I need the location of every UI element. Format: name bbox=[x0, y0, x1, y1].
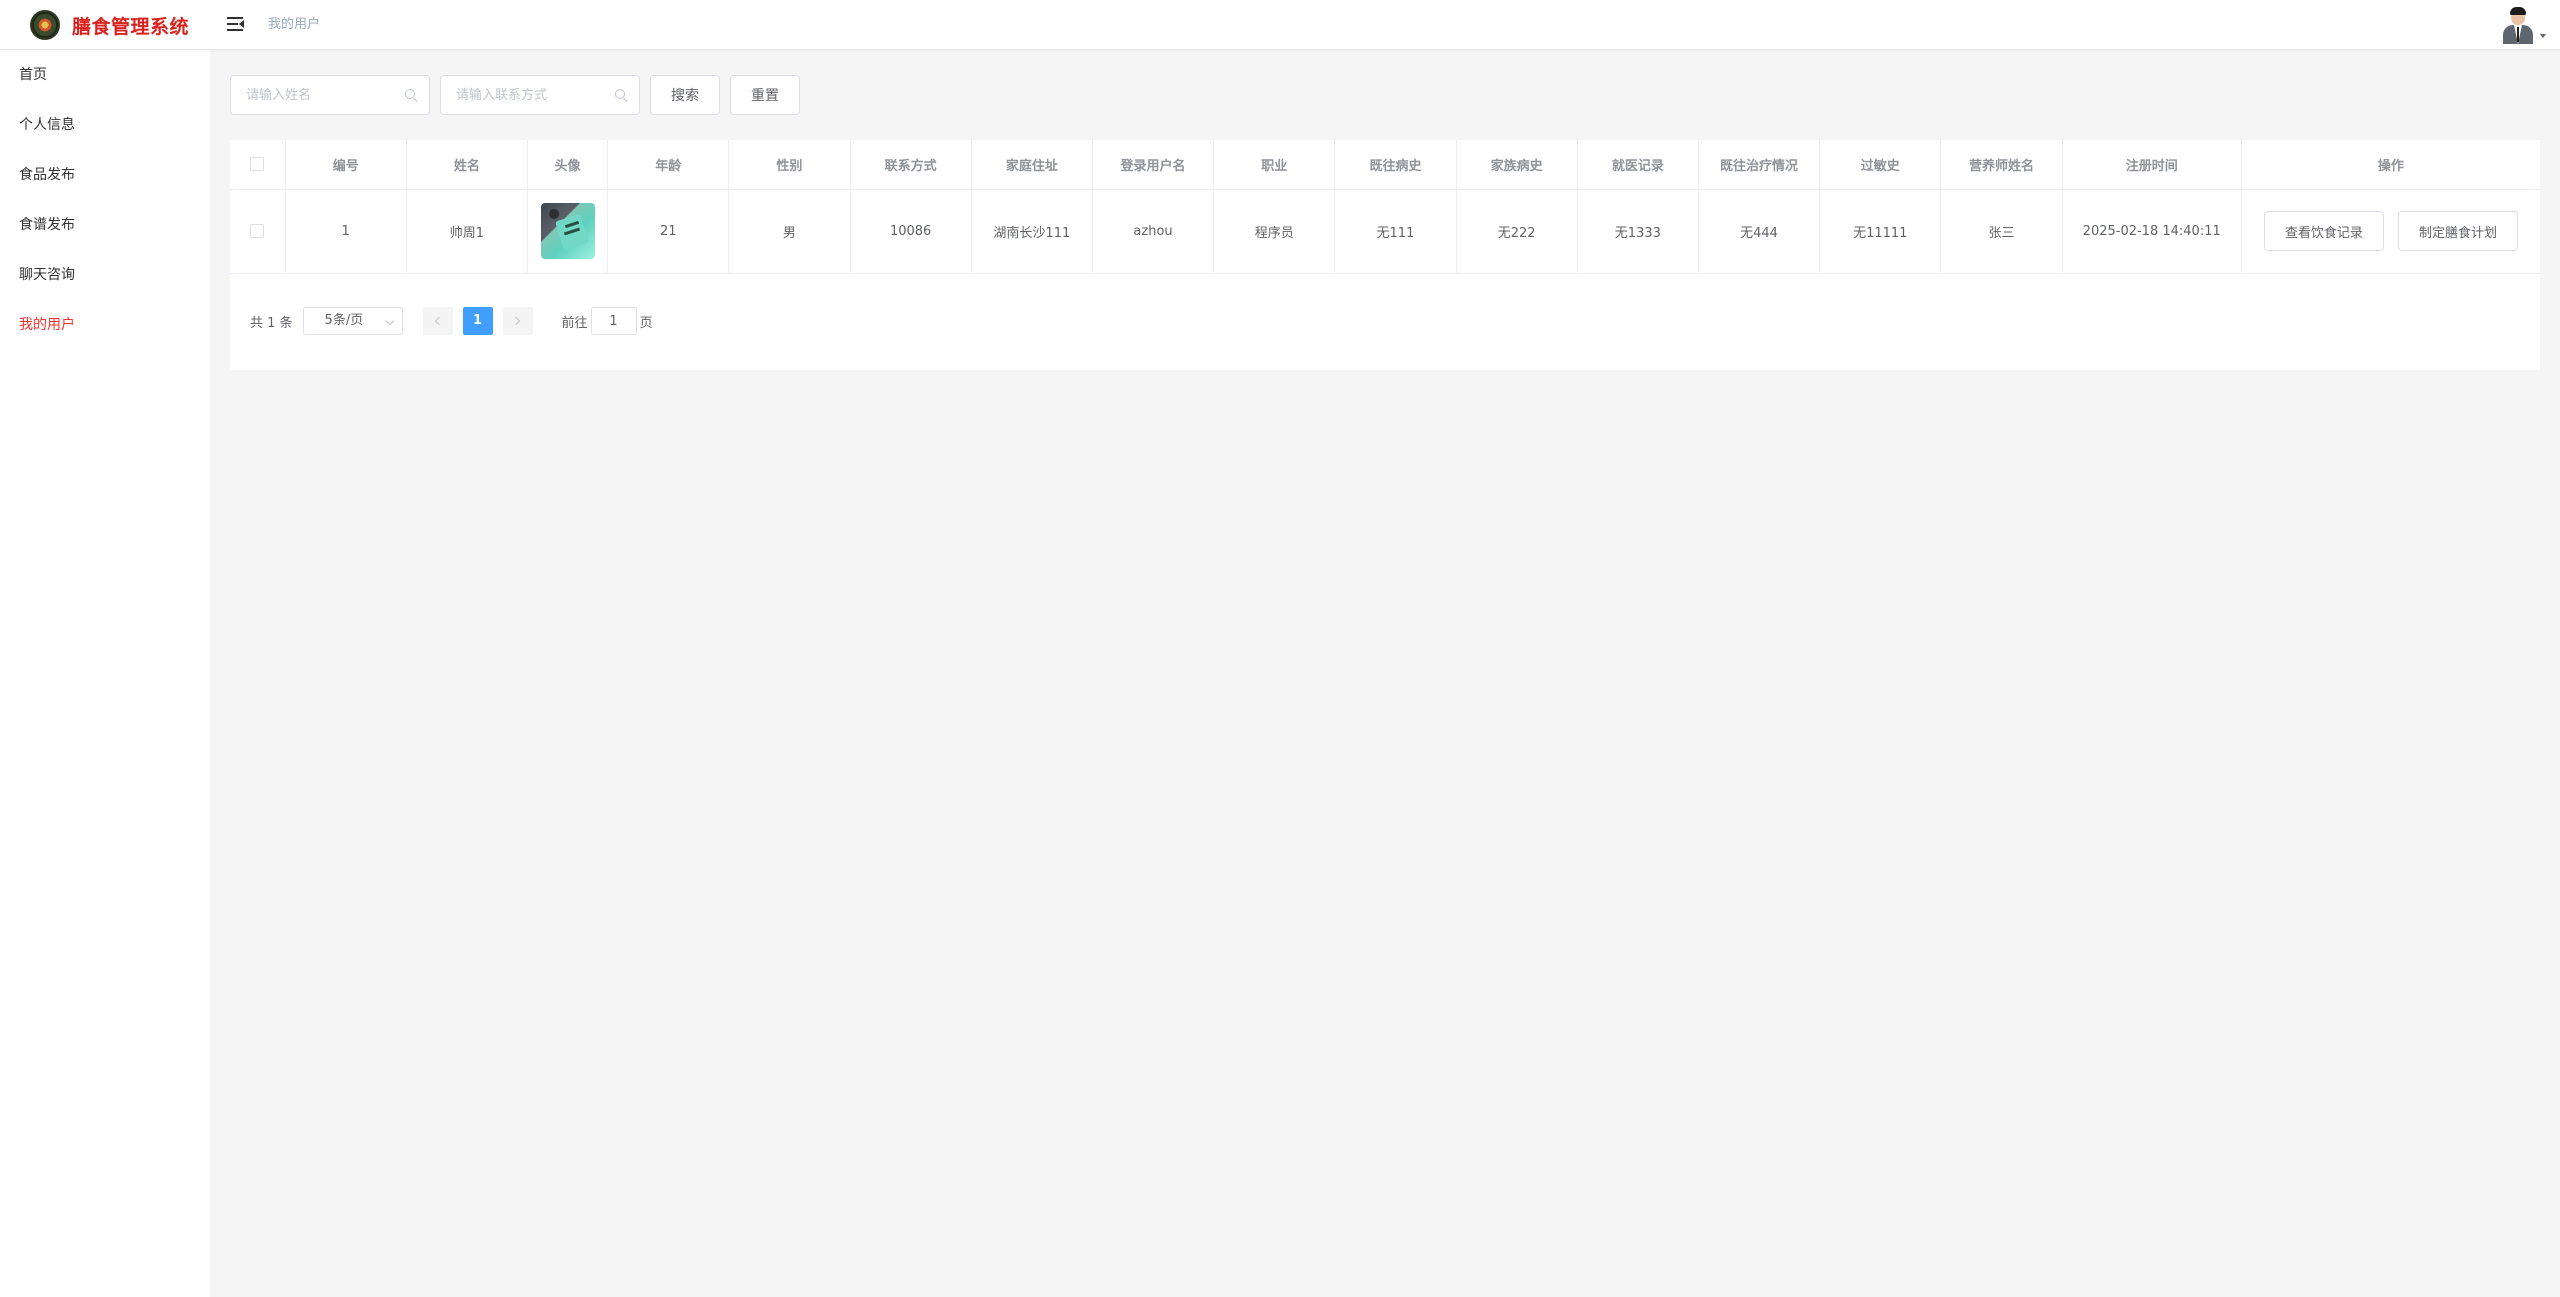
sidebar-item-my-users[interactable]: 我的用户 bbox=[0, 300, 210, 350]
cell-avatar bbox=[527, 189, 609, 274]
cell-id: 1 bbox=[285, 189, 407, 274]
chevron-down-icon bbox=[385, 316, 394, 326]
user-table: 编号 姓名 头像 年龄 性别 联系方式 家庭住址 登录用户名 职业 既往病史 家… bbox=[230, 140, 2540, 274]
sidebar: 首页 个人信息 食品发布 食谱发布 聊天咨询 我的用户 bbox=[0, 50, 210, 1297]
column-header: 姓名 bbox=[406, 140, 529, 190]
breadcrumb[interactable]: 我的用户 bbox=[268, 16, 320, 34]
column-header: 既往治疗情况 bbox=[1698, 140, 1821, 190]
column-header: 职业 bbox=[1213, 140, 1336, 190]
column-header: 性别 bbox=[728, 140, 851, 190]
column-header: 注册时间 bbox=[2062, 140, 2242, 190]
user-table-card: 编号 姓名 头像 年龄 性别 联系方式 家庭住址 登录用户名 职业 既往病史 家… bbox=[230, 140, 2540, 370]
sidebar-item-chat[interactable]: 聊天咨询 bbox=[0, 250, 210, 300]
cell-job: 程序员 bbox=[1213, 189, 1336, 274]
page-size-value: 5条/页 bbox=[324, 313, 364, 328]
select-all-checkbox[interactable] bbox=[250, 157, 265, 172]
chevron-right-icon bbox=[511, 316, 521, 326]
menu-toggle-icon[interactable] bbox=[227, 16, 244, 32]
avatar[interactable] bbox=[2500, 6, 2536, 44]
cell-medical-record: 无1333 bbox=[1577, 189, 1699, 274]
cell-dietitian: 张三 bbox=[1940, 189, 2063, 274]
column-header: 头像 bbox=[527, 140, 609, 190]
cell-family-history: 无222 bbox=[1456, 189, 1578, 274]
user-photo[interactable] bbox=[540, 203, 595, 259]
cell-past-treatment: 无444 bbox=[1698, 189, 1821, 274]
table-row: 1 帅周1 21 男 10086 湖南长沙111 azhou 程序员 无111 … bbox=[230, 189, 2540, 274]
contact-search-input[interactable] bbox=[441, 76, 639, 114]
cell-gender: 男 bbox=[728, 189, 851, 274]
top-header: 膳食管理系统 我的用户 bbox=[0, 0, 2560, 50]
column-header: 过敏史 bbox=[1819, 140, 1942, 190]
select-all-cell bbox=[230, 140, 286, 190]
pagination: 共 1 条 5条/页 1 前往 页 bbox=[250, 307, 653, 335]
name-search-field bbox=[230, 75, 430, 115]
goto-page-input[interactable] bbox=[590, 307, 637, 335]
user-menu[interactable] bbox=[2500, 6, 2546, 44]
page-size-select[interactable]: 5条/页 bbox=[302, 307, 403, 335]
column-header: 年龄 bbox=[607, 140, 730, 190]
column-header: 编号 bbox=[285, 140, 407, 190]
prev-page-button[interactable] bbox=[422, 307, 453, 335]
sidebar-item-food-publish[interactable]: 食品发布 bbox=[0, 150, 210, 200]
search-icon bbox=[405, 89, 419, 103]
cell-age: 21 bbox=[607, 189, 730, 274]
row-checkbox[interactable] bbox=[250, 224, 265, 238]
row-select-cell bbox=[230, 189, 286, 274]
goto-suffix-label: 页 bbox=[639, 315, 653, 331]
column-header: 操作 bbox=[2241, 140, 2540, 190]
app-title: 膳食管理系统 bbox=[72, 15, 190, 38]
logo-icon bbox=[30, 10, 60, 40]
goto-prefix-label: 前往 bbox=[561, 315, 588, 331]
column-header: 家庭住址 bbox=[971, 140, 1093, 190]
column-header: 营养师姓名 bbox=[1940, 140, 2063, 190]
chevron-down-icon[interactable] bbox=[2540, 34, 2546, 38]
sidebar-item-recipe-publish[interactable]: 食谱发布 bbox=[0, 200, 210, 250]
view-diet-record-button[interactable]: 查看饮食记录 bbox=[2263, 211, 2384, 251]
column-header: 联系方式 bbox=[850, 140, 972, 190]
reset-button[interactable]: 重置 bbox=[730, 75, 800, 115]
logo: 膳食管理系统 bbox=[30, 9, 189, 41]
cell-username: azhou bbox=[1092, 189, 1215, 274]
cell-address: 湖南长沙111 bbox=[971, 189, 1093, 274]
column-header: 家族病史 bbox=[1456, 140, 1578, 190]
name-search-input[interactable] bbox=[231, 76, 429, 114]
pagination-total: 共 1 条 bbox=[250, 315, 293, 331]
next-page-button[interactable] bbox=[502, 307, 533, 335]
contact-search-field bbox=[440, 75, 640, 115]
sidebar-item-home[interactable]: 首页 bbox=[0, 50, 210, 100]
chevron-left-icon bbox=[434, 316, 444, 326]
cell-allergy: 无11111 bbox=[1819, 189, 1942, 274]
search-icon bbox=[615, 89, 629, 103]
cell-registered: 2025-02-18 14:40:11 bbox=[2062, 189, 2242, 274]
cell-name: 帅周1 bbox=[406, 189, 529, 274]
search-button[interactable]: 搜索 bbox=[650, 75, 720, 115]
sidebar-item-profile[interactable]: 个人信息 bbox=[0, 100, 210, 150]
column-header: 就医记录 bbox=[1577, 140, 1699, 190]
cell-past-history: 无111 bbox=[1334, 189, 1457, 274]
page-number-current[interactable]: 1 bbox=[462, 307, 493, 335]
table-header-row: 编号 姓名 头像 年龄 性别 联系方式 家庭住址 登录用户名 职业 既往病史 家… bbox=[230, 140, 2540, 190]
cell-contact: 10086 bbox=[850, 189, 972, 274]
column-header: 登录用户名 bbox=[1092, 140, 1215, 190]
main-content: 搜索 重置 编号 姓名 头像 年龄 性别 联系方式 家庭 bbox=[210, 50, 2560, 1297]
column-header: 既往病史 bbox=[1334, 140, 1457, 190]
create-meal-plan-button[interactable]: 制定膳食计划 bbox=[2398, 211, 2519, 251]
search-bar: 搜索 重置 bbox=[230, 75, 810, 115]
cell-actions: 查看饮食记录 制定膳食计划 bbox=[2241, 189, 2540, 274]
